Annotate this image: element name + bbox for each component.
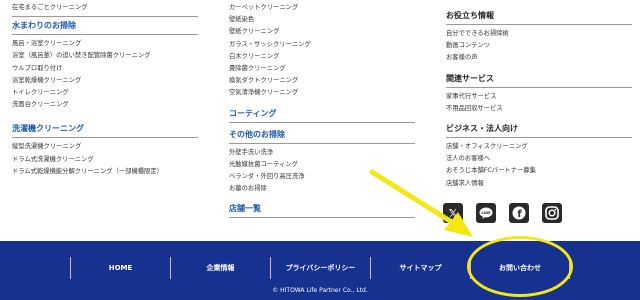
annotation-circle <box>467 236 573 297</box>
